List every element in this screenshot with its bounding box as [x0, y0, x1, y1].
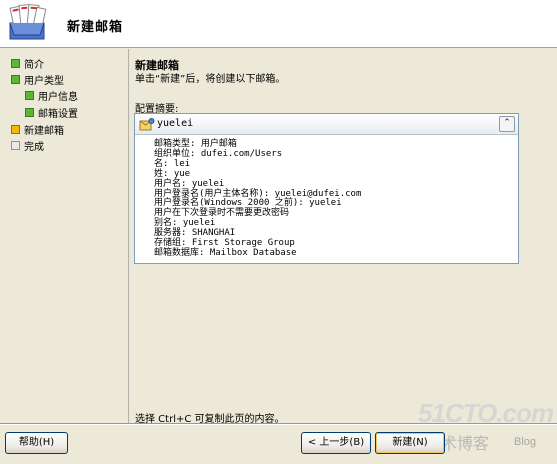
nav-divider: [128, 49, 130, 423]
step-done-icon: [25, 90, 34, 100]
step-done-icon: [11, 58, 20, 68]
step-completion: 完成: [11, 138, 44, 153]
section-description: 单击“新建”后，将创建以下邮箱。: [135, 74, 286, 85]
step-current-icon: [11, 124, 20, 134]
chevron-up-icon: ⌃: [503, 118, 511, 128]
back-button[interactable]: < 上一步(B): [301, 432, 371, 454]
summary-header: yuelei ⌃: [135, 114, 518, 135]
step-label: 新建邮箱: [24, 125, 64, 137]
summary-name: yuelei: [157, 118, 194, 129]
footer-divider: [0, 423, 557, 425]
step-label: 用户类型: [24, 75, 64, 87]
step-label: 完成: [24, 141, 44, 153]
step-new-mailbox: 新建邮箱: [11, 122, 64, 137]
page-title: 新建邮箱: [67, 20, 124, 35]
mailbox-user-icon: [139, 118, 155, 131]
new-button[interactable]: 新建(N): [375, 432, 445, 454]
wizard-header: 新建邮箱: [0, 0, 557, 48]
step-user-type: 用户类型: [11, 72, 64, 87]
mailbox-wizard-icon: [9, 4, 47, 40]
step-user-info: 用户信息: [25, 88, 78, 103]
step-label: 简介: [24, 59, 44, 71]
step-pending-icon: [11, 140, 20, 150]
step-done-icon: [11, 74, 20, 84]
step-label: 用户信息: [38, 91, 78, 103]
watermark-blog: Blog: [514, 436, 537, 448]
collapse-button[interactable]: ⌃: [499, 116, 515, 132]
wizard-steps: 简介 用户类型 用户信息 邮箱设置 新建邮箱 完成: [0, 49, 128, 423]
step-mailbox-settings: 邮箱设置: [25, 105, 78, 120]
step-done-icon: [25, 107, 34, 117]
help-button[interactable]: 帮助(H): [5, 432, 68, 454]
summary-line: 邮箱数据库: Mailbox Database: [154, 247, 297, 258]
summary-details: 邮箱类型: 用户邮箱 组织单位: dufei.com/Users 名: lei …: [154, 139, 361, 259]
configuration-summary[interactable]: yuelei ⌃ 邮箱类型: 用户邮箱 组织单位: dufei.com/User…: [134, 113, 519, 264]
step-label: 邮箱设置: [38, 108, 78, 120]
step-intro: 简介: [11, 56, 44, 71]
